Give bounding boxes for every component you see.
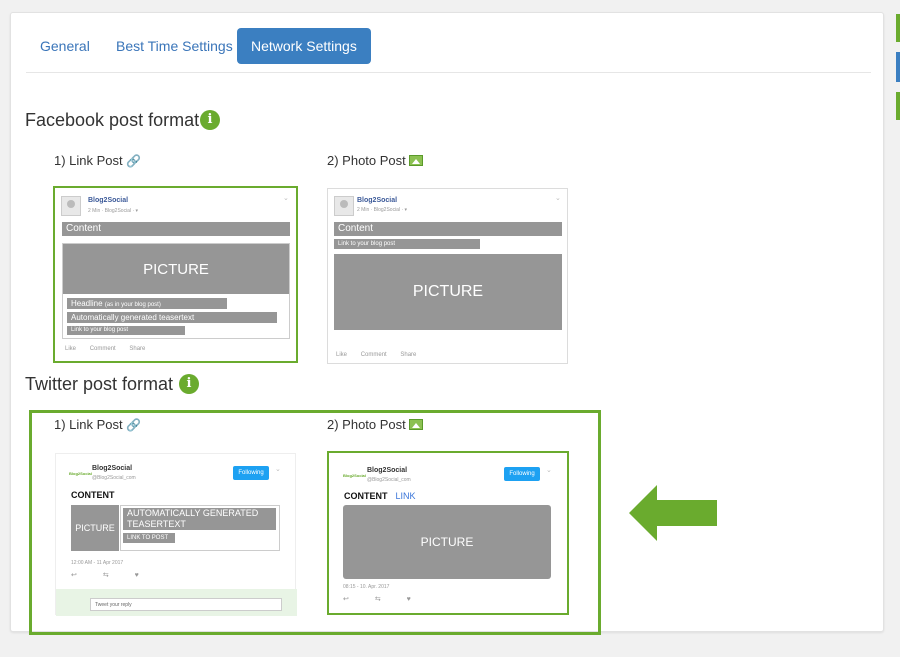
fb-link: Link to your blog post [67,326,185,335]
side-strip-green-2 [896,92,900,120]
photo-icon [409,155,424,166]
tw-link[interactable]: LINK [396,491,416,501]
fb-post-meta: 2 Min · Blog2Social · ▾ [357,207,408,213]
tw-reply-input[interactable]: Tweet your reply [90,598,282,611]
tw-account-handle: @Blog2Social_com [367,477,411,483]
fb-post-meta-text: 2 Min · Blog2Social · [88,208,136,214]
reply-icon[interactable]: ↩ [71,572,77,579]
fb-content: Content [334,222,562,236]
retweet-icon[interactable]: ⇆ [375,596,381,603]
facebook-photo-post-label: 2) Photo Post [327,153,424,168]
twitter-photo-post-text: 2) Photo Post [327,417,406,432]
fb-actions: Like Comment Share [65,346,157,352]
twitter-section-title: Twitter post format [25,374,174,394]
fb-share: Share [400,352,417,358]
photo-icon [409,419,424,430]
fb-headline: Headline (as in your blog post) [67,298,227,309]
following-button[interactable]: Following [233,466,269,480]
fb-post-meta-text: 2 Min · Blog2Social · [357,207,405,213]
fb-headline-text: Headline [71,299,103,308]
side-strip-blue [896,52,900,82]
fb-picture: PICTURE [63,244,289,294]
fb-like: Like [336,352,348,358]
tw-account-handle: @Blog2Social_com [92,475,136,481]
twitter-link-post-label: 1) Link Post 🔗 [54,417,141,432]
twitter-link-post-text: 1) Link Post [54,417,123,432]
facebook-photo-post-text: 2) Photo Post [327,153,406,168]
tw-timestamp: 08:15 - 10. Apr. 2017 [343,584,390,590]
tw-picture: PICTURE [71,505,119,551]
tw-timestamp: 12:00 AM - 11 Apr 2017 [71,560,124,566]
tw-account-name: Blog2Social [92,465,133,472]
chevron-down-icon: ⌄ [275,466,281,473]
fb-content: Content [62,222,290,236]
tw-teaser: AUTOMATICALLY GENERATED TEASERTEXT [123,508,276,530]
blog2social-logo: Blog2Social [343,473,366,478]
facebook-link-post-text: 1) Link Post [54,153,123,168]
fb-like: Like [65,346,77,352]
chevron-down-icon: ⌄ [546,467,552,474]
fb-post-meta: 2 Min · Blog2Social · ▾ [88,208,139,214]
side-strip-green [896,14,900,42]
fb-page-name: Blog2Social [88,197,129,204]
tw-content: CONTENT [71,490,115,500]
fb-comment: Comment [360,352,387,358]
tw-content-text: CONTENT [344,491,388,501]
tw-link-card: AUTOMATICALLY GENERATED TEASERTEXT LINK … [120,505,280,551]
tw-content: CONTENT LINK [344,491,416,501]
facebook-section-title: Facebook post format [25,110,200,130]
tw-link: LINK TO POST [123,533,175,543]
settings-panel: General Best Time Settings Network Setti… [10,12,884,635]
link-icon: 🔗 [126,418,142,432]
tw-actions: ↩ ⇆ ♥ [71,571,163,579]
reply-icon[interactable]: ↩ [343,596,349,603]
twitter-photo-post-label: 2) Photo Post [327,417,424,432]
fb-link-attachment: PICTURE Headline (as in your blog post) … [62,243,290,339]
tw-account-name: Blog2Social [367,467,408,474]
blog2social-logo: Blog2Social [69,471,92,476]
info-icon[interactable]: i [179,374,199,394]
tab-network-settings[interactable]: Network Settings [237,28,371,64]
fb-comment: Comment [89,346,116,352]
settings-tabs: General Best Time Settings Network Setti… [26,27,871,73]
info-icon[interactable]: i [200,110,220,130]
retweet-icon[interactable]: ⇆ [103,572,109,579]
following-button[interactable]: Following [504,467,540,481]
avatar [61,196,81,216]
left-arrow-icon [629,485,717,541]
avatar [334,196,354,216]
twitter-photo-post-option[interactable]: Blog2Social Blog2Social @Blog2Social_com… [327,451,569,615]
facebook-link-post-option[interactable]: Blog2Social 2 Min · Blog2Social · ▾ ⌄ Co… [53,186,298,363]
heart-icon[interactable]: ♥ [135,572,139,579]
fb-picture: PICTURE [334,254,562,330]
fb-actions: Like Comment Share [336,352,428,358]
fb-teaser: Automatically generated teasertext [67,312,277,323]
facebook-link-post-label: 1) Link Post 🔗 [54,153,141,168]
link-icon: 🔗 [126,154,142,168]
tw-actions: ↩ ⇆ ♥ [343,595,435,603]
twitter-link-post-option[interactable]: Blog2Social Blog2Social @Blog2Social_com… [55,453,297,616]
heart-icon[interactable]: ♥ [407,596,411,603]
facebook-photo-post-option[interactable]: Blog2Social 2 Min · Blog2Social · ▾ ⌄ Co… [327,188,568,364]
tw-picture: PICTURE [343,505,551,579]
fb-page-name: Blog2Social [357,197,398,204]
fb-share: Share [129,346,146,352]
tab-general[interactable]: General [26,28,104,64]
fb-headline-note: (as in your blog post) [104,302,161,308]
chevron-down-icon: ⌄ [555,195,561,202]
tab-best-time-settings[interactable]: Best Time Settings [102,28,247,64]
fb-link: Link to your blog post [334,239,480,249]
chevron-down-icon: ⌄ [283,195,289,202]
